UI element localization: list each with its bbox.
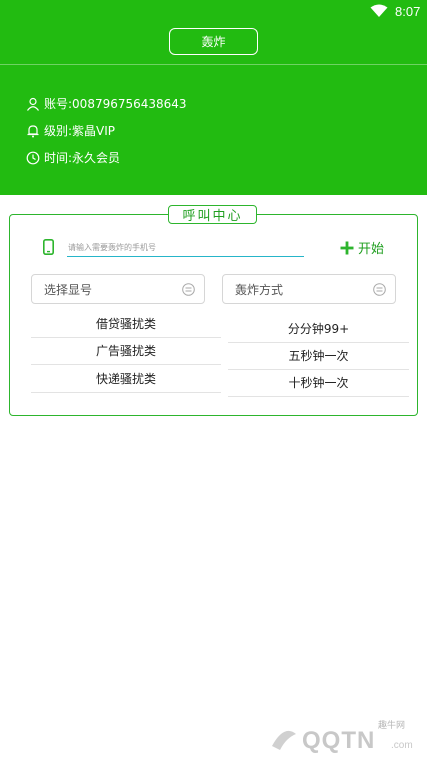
phone-number-input[interactable] [67,238,304,257]
clock-icon [26,151,40,164]
wifi-icon [370,4,388,17]
number-option[interactable]: 借贷骚扰类 [31,311,221,338]
watermark-suffix: .com [391,740,413,751]
dropdown-icon [373,283,386,296]
mode-option[interactable]: 十秒钟一次 [228,370,409,397]
number-option[interactable]: 快递骚扰类 [31,366,221,393]
level-row: 级别:紫晶VIP [26,122,115,139]
user-icon [27,97,39,111]
account-text: 账号:008796756438643 [44,97,187,111]
dropdown-icon [182,283,195,296]
number-option[interactable]: 广告骚扰类 [31,338,221,365]
watermark-site-name: 趣牛网 [378,721,406,731]
time-text: 时间:永久会员 [44,151,121,165]
bomb-button[interactable]: 轰炸 [169,28,258,55]
call-center-title: 呼叫中心 [168,205,257,224]
select-display-number[interactable]: 选择显号 [31,274,205,304]
phone-icon [43,239,54,255]
mode-option[interactable]: 分分钟99+ [228,316,409,343]
level-text: 级别:紫晶VIP [44,124,116,138]
plus-icon [340,241,354,254]
status-bar: 8:07 [0,0,427,24]
account-row: 账号:008796756438643 [26,95,187,112]
select-bomb-mode[interactable]: 轰炸方式 [222,274,396,304]
status-time: 8:07 [395,4,421,19]
watermark-brand: QQTN [302,727,376,754]
start-button[interactable]: 开始 [340,238,384,257]
mode-option[interactable]: 五秒钟一次 [228,343,409,370]
time-row: 时间:永久会员 [26,149,120,166]
header-panel: 8:07 轰炸 账号:008796756438643 级别:紫晶VIP 时间:永… [0,0,427,195]
header-divider [0,64,427,65]
start-label: 开始 [358,242,385,257]
select-bomb-mode-label: 轰炸方式 [235,282,284,297]
bell-icon [27,124,39,137]
select-display-number-label: 选择显号 [44,282,93,297]
